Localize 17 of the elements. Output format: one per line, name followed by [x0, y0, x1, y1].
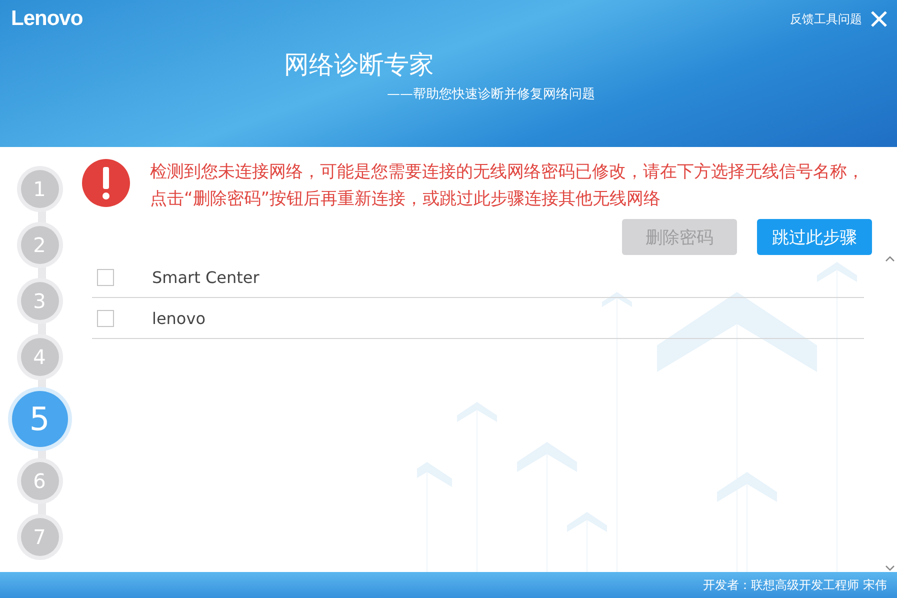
warning-icon	[82, 159, 130, 207]
alert-message: 检测到您未连接网络，可能是您需要连接的无线网络密码已修改，请在下方选择无线信号名称，点击“删除密码”按钮后再重新连接，或跳过此步骤连接其他无线网络	[150, 161, 865, 211]
checkbox[interactable]	[97, 310, 114, 326]
app-title: 网络诊断专家	[284, 49, 435, 81]
close-button[interactable]	[870, 10, 888, 28]
scroll-up-icon[interactable]	[885, 255, 895, 263]
checkbox[interactable]	[97, 268, 114, 286]
scroll-down-icon[interactable]	[885, 564, 895, 572]
logo: Lenovo	[11, 7, 83, 31]
feedback-link[interactable]: 反馈工具问题	[790, 10, 862, 28]
network-name: Smart Center	[152, 268, 260, 286]
app-subtitle: ——帮助您快速诊断并修复网络问题	[387, 86, 596, 103]
network-name: lenovo	[152, 308, 206, 328]
close-icon	[870, 10, 888, 28]
developer-credit: 开发者：联想高级开发工程师 宋伟	[703, 576, 887, 594]
step-indicator[interactable]: 5	[12, 391, 68, 447]
skip-step-button[interactable]: 跳过此步骤	[757, 219, 872, 255]
